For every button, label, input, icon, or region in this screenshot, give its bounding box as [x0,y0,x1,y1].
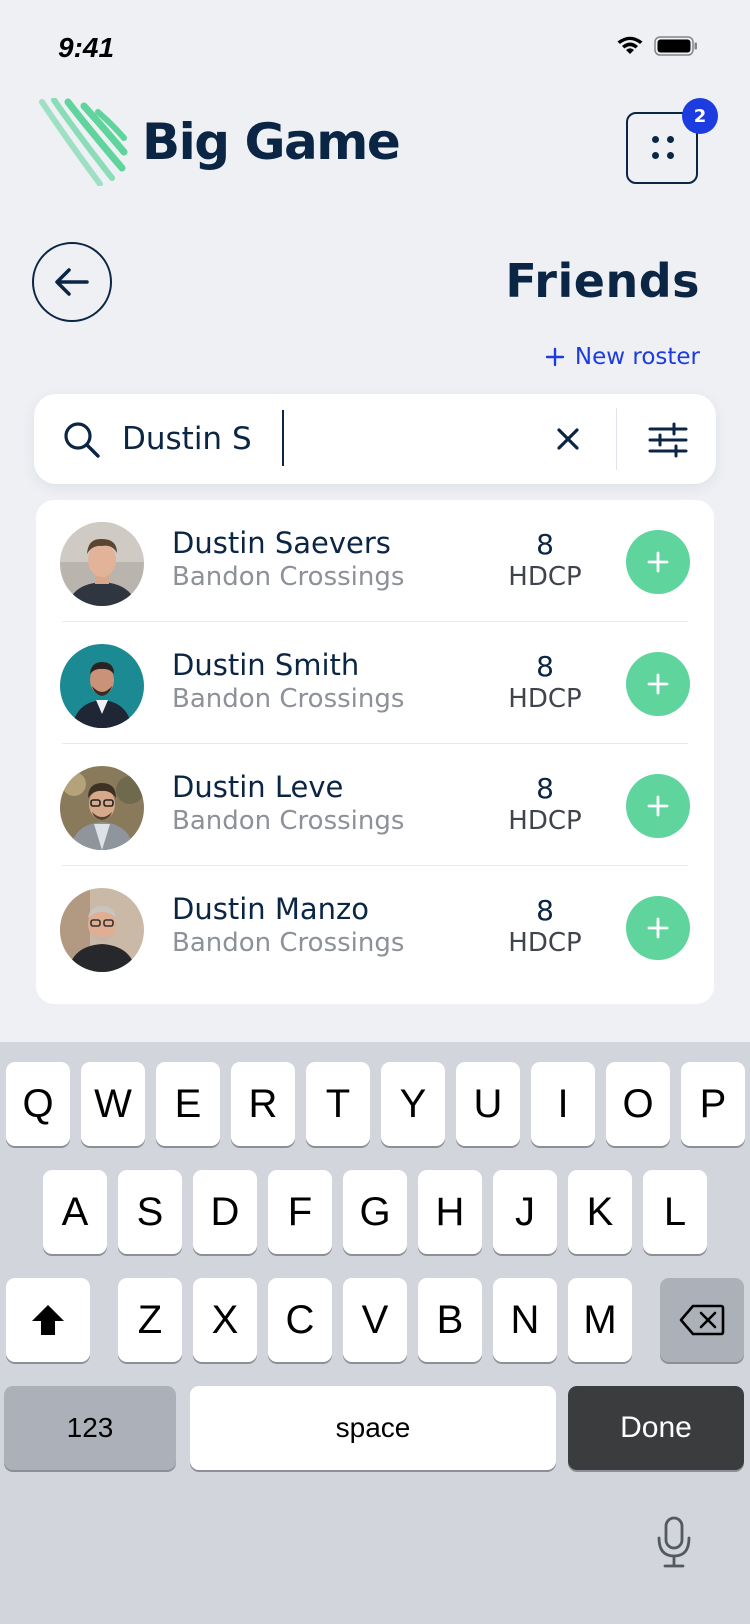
search-bar [34,394,716,484]
new-roster-label: New roster [574,344,700,370]
key-t[interactable]: T [306,1062,370,1146]
done-key[interactable]: Done [568,1386,744,1470]
hdcp-label: HDCP [508,806,582,836]
battery-icon [654,36,697,56]
backspace-icon [679,1304,725,1336]
add-friend-button[interactable] [626,530,690,594]
arrow-left-icon [55,268,89,296]
add-icon [647,795,669,817]
numbers-key[interactable]: 123 [4,1386,176,1470]
notification-badge: 2 [682,98,718,134]
clear-search-button[interactable] [548,419,588,459]
list-item[interactable]: Dustin Manzo Bandon Crossings 8 HDCP [36,866,714,988]
list-item[interactable]: Dustin Leve Bandon Crossings 8 HDCP [36,744,714,866]
new-roster-link[interactable]: New roster [545,344,700,370]
add-icon [647,673,669,695]
key-d[interactable]: D [193,1170,257,1254]
app-name: Big Game [142,113,401,171]
text-cursor [282,410,284,466]
wifi-icon [617,36,643,54]
search-input[interactable] [122,412,542,466]
list-item[interactable]: Dustin Saevers Bandon Crossings 8 HDCP [36,500,714,622]
key-y[interactable]: Y [381,1062,445,1146]
backspace-key[interactable] [660,1278,744,1362]
keyboard: Q W E R T Y U I O P A S D F G H J K L Z … [0,1042,750,1624]
add-friend-button[interactable] [626,652,690,716]
key-m[interactable]: M [568,1278,632,1362]
hdcp-label: HDCP [508,684,582,714]
sliders-icon [648,422,688,458]
shift-key[interactable] [6,1278,90,1362]
avatar [60,888,144,972]
close-icon [557,428,579,450]
key-n[interactable]: N [493,1278,557,1362]
key-j[interactable]: J [493,1170,557,1254]
hdcp-value: 8 [536,894,554,927]
avatar [60,766,144,850]
search-divider [616,408,617,470]
key-i[interactable]: I [531,1062,595,1146]
key-z[interactable]: Z [118,1278,182,1362]
back-button[interactable] [32,242,112,322]
friend-club: Bandon Crossings [172,806,405,836]
avatar [60,522,144,606]
key-w[interactable]: W [81,1062,145,1146]
key-r[interactable]: R [231,1062,295,1146]
key-c[interactable]: C [268,1278,332,1362]
add-icon [647,551,669,573]
key-v[interactable]: V [343,1278,407,1362]
status-bar: 9:41 [0,0,750,100]
space-key[interactable]: space [190,1386,556,1470]
filter-button[interactable] [646,418,690,462]
status-time: 9:41 [58,32,115,63]
friend-club: Bandon Crossings [172,928,405,958]
key-e[interactable]: E [156,1062,220,1146]
hdcp-value: 8 [536,650,554,683]
key-x[interactable]: X [193,1278,257,1362]
list-item[interactable]: Dustin Smith Bandon Crossings 8 HDCP [36,622,714,744]
page-title: Friends [505,254,700,308]
friend-name: Dustin Manzo [172,892,369,926]
friend-name: Dustin Saevers [172,526,391,560]
add-friend-button[interactable] [626,896,690,960]
add-icon [647,917,669,939]
key-u[interactable]: U [456,1062,520,1146]
hdcp-value: 8 [536,528,554,561]
status-icons [616,36,698,56]
key-h[interactable]: H [418,1170,482,1254]
friend-name: Dustin Leve [172,770,344,804]
logo-mark-icon [39,98,128,186]
plus-icon [545,347,565,367]
key-q[interactable]: Q [6,1062,70,1146]
avatar [60,644,144,728]
friend-name: Dustin Smith [172,648,360,682]
add-friend-button[interactable] [626,774,690,838]
key-g[interactable]: G [343,1170,407,1254]
grid-dots-icon [652,136,676,162]
microphone-icon[interactable] [656,1516,692,1568]
hdcp-label: HDCP [508,928,582,958]
key-k[interactable]: K [568,1170,632,1254]
key-b[interactable]: B [418,1278,482,1362]
key-l[interactable]: L [643,1170,707,1254]
shift-icon [32,1305,64,1335]
key-s[interactable]: S [118,1170,182,1254]
key-o[interactable]: O [606,1062,670,1146]
results-list: Dustin Saevers Bandon Crossings 8 HDCP D… [36,500,714,1004]
friend-club: Bandon Crossings [172,562,405,592]
hdcp-value: 8 [536,772,554,805]
key-a[interactable]: A [43,1170,107,1254]
key-f[interactable]: F [268,1170,332,1254]
search-icon [64,422,100,458]
hdcp-label: HDCP [508,562,582,592]
key-p[interactable]: P [681,1062,745,1146]
friend-club: Bandon Crossings [172,684,405,714]
app-logo: Big Game [36,98,401,186]
